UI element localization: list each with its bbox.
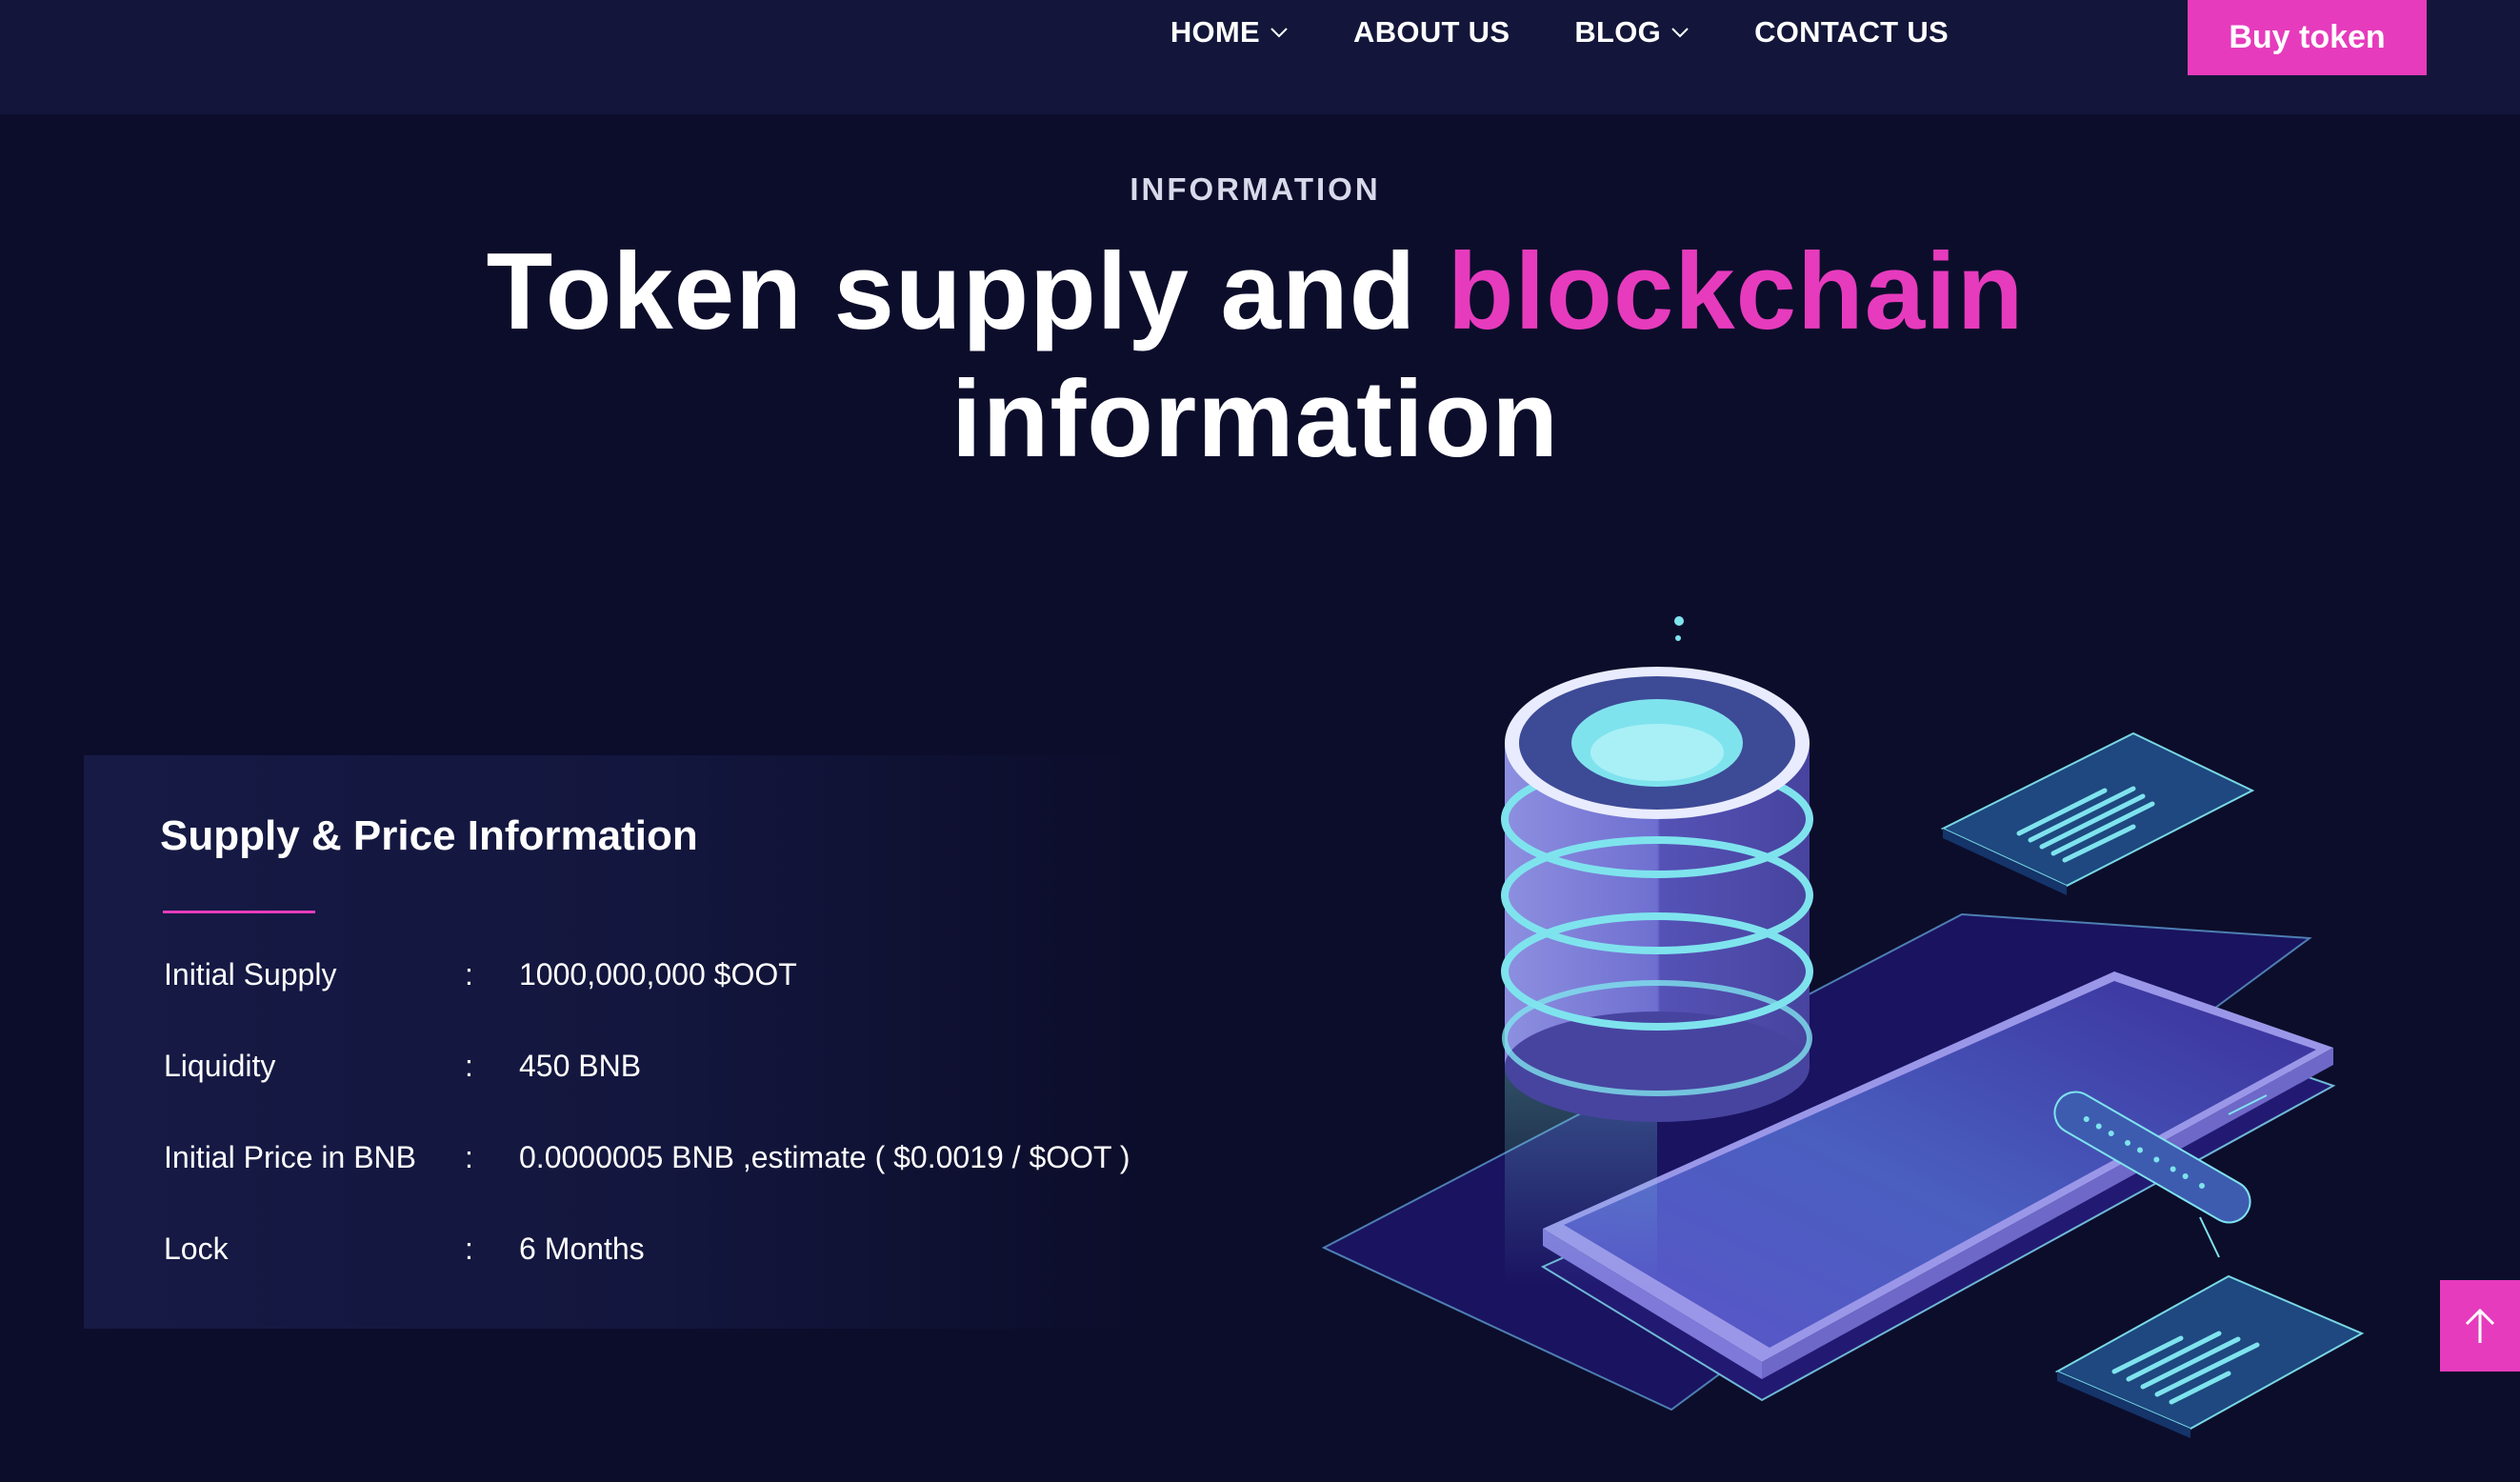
row-label: Initial Price in BNB: [164, 1140, 416, 1174]
nav-contact-label: CONTACT US: [1754, 15, 1949, 49]
row-separator: :: [465, 1232, 473, 1266]
nav-about-label: ABOUT US: [1353, 15, 1510, 49]
section-kicker: INFORMATION: [1130, 171, 1381, 207]
info-row-lock: Lock : 6 Months: [164, 1232, 1164, 1323]
chevron-down-icon: [1671, 28, 1689, 38]
row-label: Lock: [164, 1232, 229, 1266]
nav-item-blog[interactable]: BLOG: [1574, 15, 1690, 50]
row-value: 1000,000,000 $OOT: [519, 957, 797, 991]
chevron-down-icon: [1270, 28, 1288, 38]
page: HOME ABOUT US BLOG CONTACT US Buy token …: [0, 0, 2520, 1482]
nav-item-home[interactable]: HOME: [1170, 15, 1289, 50]
back-to-top-button[interactable]: [2440, 1280, 2520, 1372]
nav-home-label: HOME: [1170, 15, 1261, 49]
top-bar: HOME ABOUT US BLOG CONTACT US Buy token: [0, 0, 2520, 114]
title-part-2: information: [951, 359, 1559, 480]
row-separator: :: [465, 1049, 473, 1083]
row-value: 6 Months: [519, 1232, 645, 1266]
nav-item-contact[interactable]: CONTACT US: [1754, 15, 1949, 50]
row-value: 450 BNB: [519, 1049, 642, 1083]
section-title: Token supply and blockchain information: [0, 229, 2510, 484]
card-title: Supply & Price Information: [160, 812, 698, 859]
row-separator: :: [465, 957, 473, 991]
info-list: Initial Supply : 1000,000,000 $OOT Liqui…: [164, 957, 1164, 1323]
title-part-1: Token supply and: [486, 231, 1448, 352]
info-row-initial-price: Initial Price in BNB : 0.0000005 BNB ,es…: [164, 1140, 1164, 1232]
database-phone-illustration: [1321, 616, 2365, 1438]
info-row-initial-supply: Initial Supply : 1000,000,000 $OOT: [164, 957, 1164, 1049]
row-label: Liquidity: [164, 1049, 276, 1083]
row-value: 0.0000005 BNB ,estimate ( $0.0019 / $OOT…: [519, 1140, 1130, 1174]
title-accent: blockchain: [1447, 231, 2025, 352]
main-nav: HOME ABOUT US BLOG CONTACT US: [1170, 0, 1949, 65]
supply-price-card: Supply & Price Information Initial Suppl…: [84, 755, 1141, 1329]
row-label: Initial Supply: [164, 957, 337, 991]
title-underline: [163, 911, 315, 913]
buy-token-button[interactable]: Buy token: [2188, 0, 2427, 75]
nav-blog-label: BLOG: [1574, 15, 1662, 49]
nav-item-about[interactable]: ABOUT US: [1353, 15, 1510, 50]
info-row-liquidity: Liquidity : 450 BNB: [164, 1049, 1164, 1140]
arrow-up-icon: [2465, 1308, 2495, 1343]
row-separator: :: [465, 1140, 473, 1174]
